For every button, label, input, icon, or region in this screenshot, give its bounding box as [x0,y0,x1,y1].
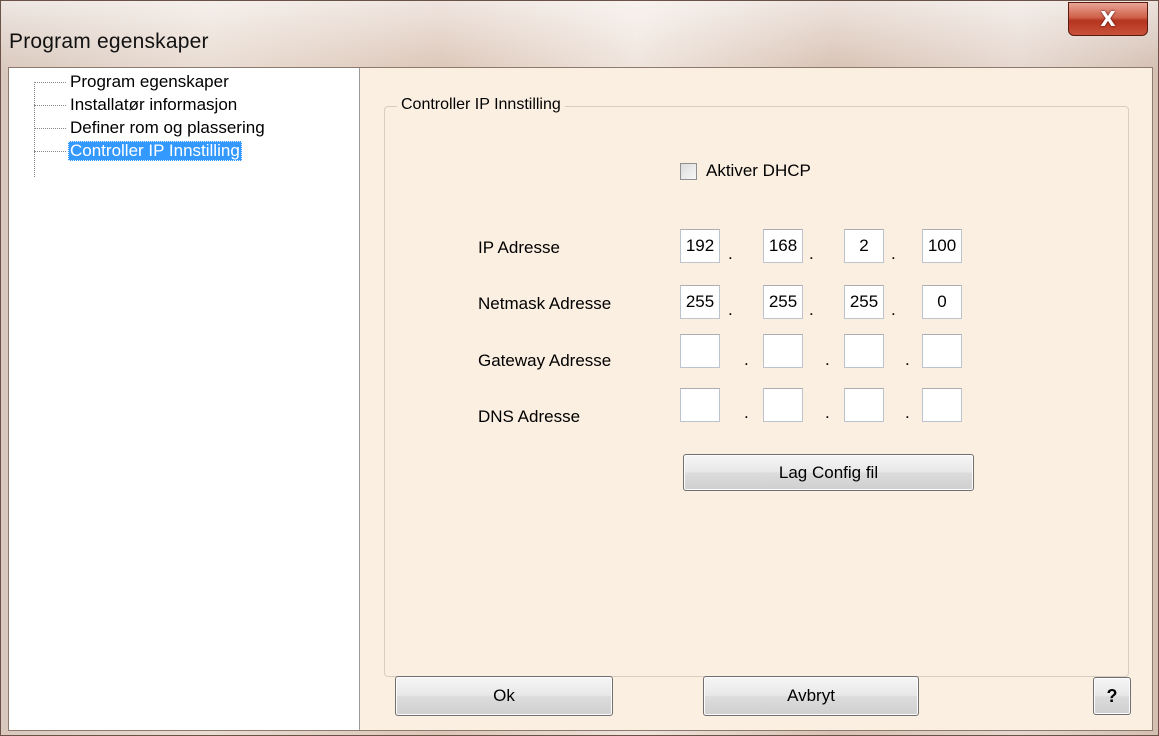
cancel-label: Avbryt [787,686,835,705]
netmask-address-label: Netmask Adresse [478,294,612,313]
ip-octet-1-input[interactable]: 192 [680,229,720,263]
dns-octet-4-input[interactable] [922,388,962,422]
gateway-octet-2-input[interactable] [763,334,803,368]
tree-item-controller-ip[interactable]: Controller IP Innstilling [34,140,242,162]
dhcp-checkbox-row[interactable]: Aktiver DHCP [680,161,811,181]
tree-item-definer-rom[interactable]: Definer rom og plassering [34,117,267,139]
tree-item-label: Definer rom og plassering [70,118,265,137]
ip-settings-group [384,106,1129,677]
octet-separator: . [891,300,896,319]
cancel-button[interactable]: Avbryt [703,676,919,716]
gateway-address-label: Gateway Adresse [478,351,612,370]
octet-separator: . [809,244,814,263]
dhcp-checkbox[interactable] [680,162,697,180]
octet-separator: . [825,350,830,369]
create-config-file-label: Lag Config fil [778,462,879,482]
ok-button[interactable]: Ok [395,676,613,716]
tree-item-label: Installatør informasjon [70,95,238,114]
dhcp-label: Aktiver DHCP [706,161,811,180]
octet-separator: . [825,403,830,422]
dialog-client-area: Program egenskaper Installatør informasj… [8,67,1153,731]
tree-item-program-egenskaper[interactable]: Program egenskaper [34,71,231,93]
netmask-octet-3-input[interactable]: 255 [844,285,884,319]
help-button[interactable]: ? [1093,677,1131,715]
netmask-octet-1-input[interactable]: 255 [680,285,720,319]
close-icon: X [1100,7,1116,31]
group-title: Controller IP Innstilling [397,96,565,114]
tree-item-installator-informasjon[interactable]: Installatør informasjon [34,94,239,116]
ip-octet-2-input[interactable]: 168 [763,229,803,263]
gateway-octet-1-input[interactable] [680,334,720,368]
help-icon: ? [1106,685,1118,706]
tree-item-label: Program egenskaper [70,72,229,91]
dns-octet-3-input[interactable] [844,388,884,422]
tree-branch-line [34,150,66,152]
window-title: Program egenskaper [9,30,209,53]
netmask-octet-4-input[interactable]: 0 [922,285,962,319]
tree-branch-line [34,127,66,129]
dns-address-label: DNS Adresse [478,407,581,426]
netmask-octet-2-input[interactable]: 255 [763,285,803,319]
dialog-window: Program egenskaper X Program egenskaper … [0,0,1159,736]
ip-octet-4-input[interactable]: 100 [922,229,962,263]
tree-item-label: Controller IP Innstilling [68,141,242,161]
octet-separator: . [905,403,910,422]
tree-branch-line [34,104,66,106]
octet-separator: . [728,300,733,319]
octet-separator: . [728,244,733,263]
gateway-octet-4-input[interactable] [922,334,962,368]
create-config-file-button[interactable]: Lag Config fil [683,454,974,491]
ok-label: Ok [493,686,515,705]
close-button[interactable]: X [1068,2,1148,36]
octet-separator: . [744,403,749,422]
gateway-octet-3-input[interactable] [844,334,884,368]
navigation-tree: Program egenskaper Installatør informasj… [9,68,360,730]
dns-octet-2-input[interactable] [763,388,803,422]
tree-branch-line [34,81,66,83]
ip-address-label: IP Adresse [478,238,560,257]
dns-octet-1-input[interactable] [680,388,720,422]
ip-octet-3-input[interactable]: 2 [844,229,884,263]
octet-separator: . [809,300,814,319]
octet-separator: . [891,244,896,263]
octet-separator: . [744,350,749,369]
octet-separator: . [905,350,910,369]
